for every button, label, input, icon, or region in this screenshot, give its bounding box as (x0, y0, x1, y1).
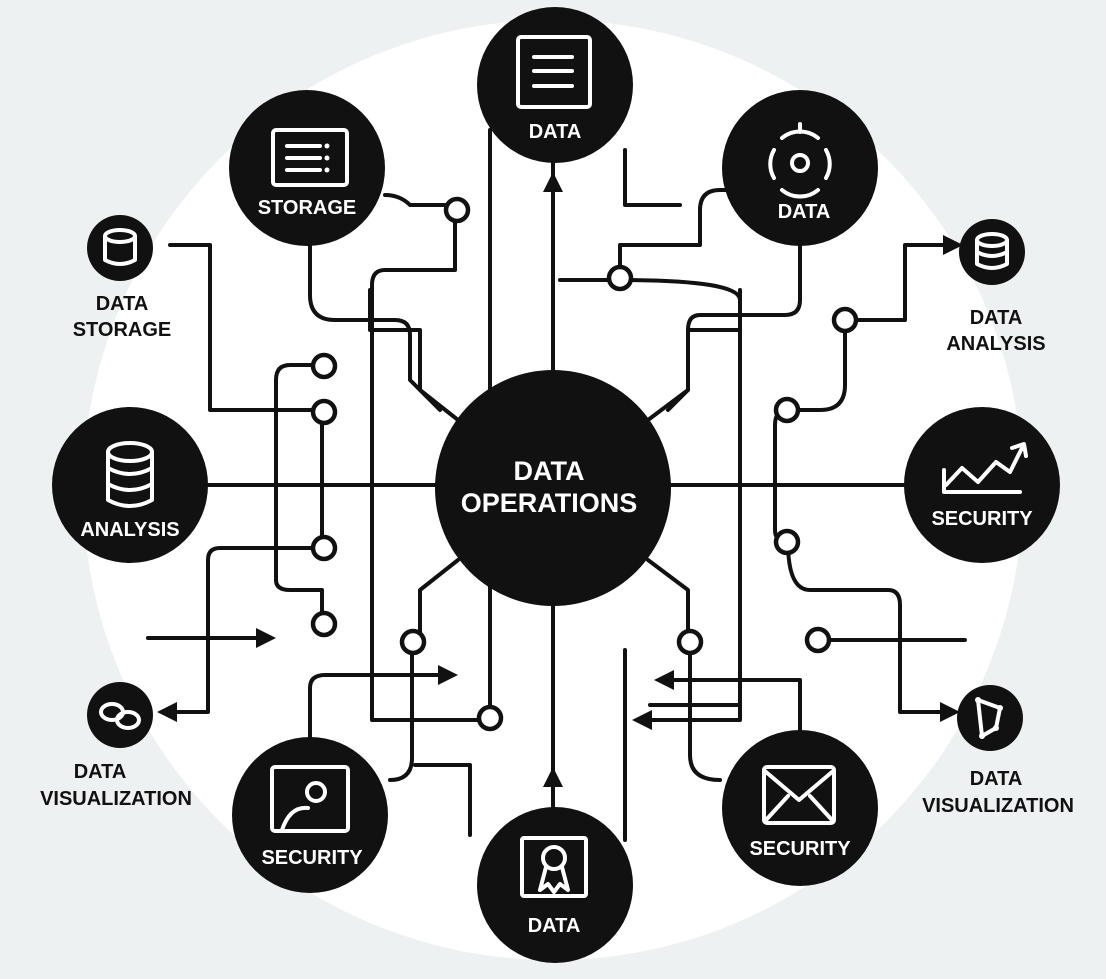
junction-dot (443, 196, 471, 224)
node-bottom-left-label: SECURITY (261, 847, 363, 869)
label-data-visualization-left-line2: VISUALIZATION (40, 788, 192, 810)
node-right-label: SECURITY (931, 508, 1033, 530)
junction-dot (399, 628, 427, 656)
junction-dot (773, 528, 801, 556)
hub-title-line1: DATA (514, 456, 585, 486)
junction-dot (310, 398, 338, 426)
label-data-visualization-right: DATA VISUALIZATION (922, 768, 1074, 817)
junction-dot (804, 626, 832, 654)
node-top-right-label: DATA (778, 201, 831, 223)
label-data-analysis-line1: DATA (970, 307, 1023, 329)
node-top: DATA (477, 7, 633, 163)
network-diagram: DATA OPERATIONS DATA STORAGE DATA ANALYS… (40, 7, 1074, 963)
label-data-visualization-left: DATA VISUALIZATION (40, 761, 192, 810)
node-right: SECURITY (904, 407, 1060, 563)
junction-dot (606, 264, 634, 292)
node-left-label: ANALYSIS (80, 519, 179, 541)
link-rings-icon (87, 682, 153, 748)
junction-dot (831, 306, 859, 334)
node-top-left: STORAGE (229, 90, 385, 246)
cylinder-icon (87, 215, 153, 281)
node-bottom: DATA (477, 807, 633, 963)
label-data-storage-line1: DATA (96, 293, 149, 315)
diagram-canvas: DATA OPERATIONS DATA STORAGE DATA ANALYS… (0, 0, 1106, 979)
node-top-label: DATA (529, 121, 582, 143)
hub-title-line2: OPERATIONS (461, 488, 638, 518)
node-bottom-right: SECURITY (722, 730, 878, 886)
junction-dot (773, 396, 801, 424)
label-data-storage-line2: STORAGE (73, 319, 172, 341)
label-data-visualization-right-line2: VISUALIZATION (922, 795, 1074, 817)
node-bottom-left: SECURITY (232, 737, 388, 893)
node-left: ANALYSIS (52, 407, 208, 563)
label-data-visualization-left-line1: DATA (74, 761, 127, 783)
junction-dot (310, 610, 338, 638)
label-data-visualization-right-line1: DATA (970, 768, 1023, 790)
junction-dot (310, 534, 338, 562)
node-top-right: DATA (722, 90, 878, 246)
graph-nodes-icon (957, 685, 1023, 751)
junction-dot (676, 628, 704, 656)
junction-dot (310, 352, 338, 380)
node-top-left-label: STORAGE (258, 197, 357, 219)
database-stack-icon (959, 219, 1025, 285)
hub-node: DATA OPERATIONS (435, 370, 671, 606)
label-data-analysis-line2: ANALYSIS (946, 333, 1045, 355)
node-bottom-label: DATA (528, 915, 581, 937)
junction-dot (476, 704, 504, 732)
node-bottom-right-label: SECURITY (749, 838, 851, 860)
